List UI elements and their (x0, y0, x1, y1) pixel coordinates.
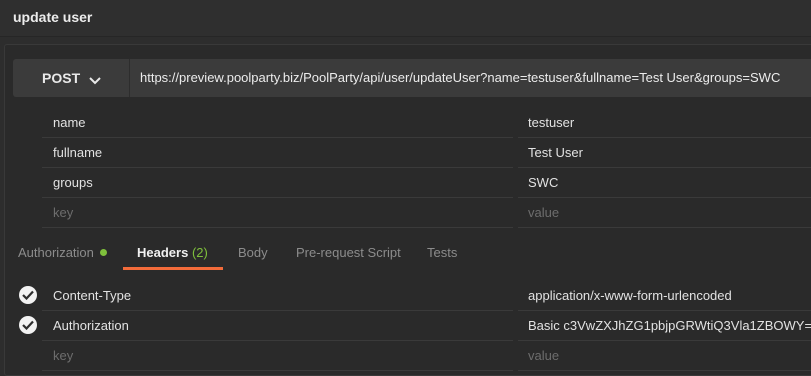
header-key[interactable]: Authorization (42, 311, 513, 341)
tab-pre-request-script[interactable]: Pre-request Script (296, 245, 401, 260)
url-bar: POST https://preview.poolparty.biz/PoolP… (13, 59, 811, 97)
method-label: POST (42, 70, 81, 86)
tab-authorization[interactable]: Authorization (18, 245, 107, 260)
param-row: groups SWC (42, 168, 811, 198)
param-key-placeholder[interactable]: key (42, 198, 513, 228)
active-tab-indicator (123, 267, 223, 270)
header-key[interactable]: Content-Type (42, 281, 513, 311)
method-dropdown[interactable]: POST (13, 59, 130, 97)
request-title[interactable]: update user (13, 9, 92, 25)
header-value-placeholder[interactable]: value (518, 341, 811, 371)
tab-body[interactable]: Body (238, 245, 268, 260)
checkmark-icon[interactable] (19, 286, 37, 304)
chevron-down-icon (89, 72, 101, 90)
header-value[interactable]: application/x-www-form-urlencoded (518, 281, 811, 311)
header-row: Authorization Basic c3VwZXJhZG1pbjpGRWti… (0, 311, 811, 341)
tab-tests[interactable]: Tests (427, 245, 457, 260)
header-value[interactable]: Basic c3VwZXJhZG1pbjpGRWtiQ3Vla1ZBOWY= (518, 311, 811, 341)
header-row: Content-Type application/x-www-form-urle… (0, 281, 811, 311)
headers-count-badge: (2) (191, 245, 208, 260)
param-key[interactable]: fullname (42, 138, 513, 168)
checkmark-icon[interactable] (19, 316, 37, 334)
request-tabs: Authorization Headers (2) Body Pre-reque… (0, 240, 811, 270)
param-value[interactable]: SWC (518, 168, 811, 198)
tab-headers[interactable]: Headers (2) (137, 245, 208, 260)
request-title-bar: update user (0, 0, 811, 37)
param-row: name testuser (42, 108, 811, 138)
url-input[interactable]: https://preview.poolparty.biz/PoolParty/… (140, 70, 780, 85)
header-key-placeholder[interactable]: key (42, 341, 513, 371)
param-key[interactable]: name (42, 108, 513, 138)
param-value-placeholder[interactable]: value (518, 198, 811, 228)
status-dot-icon (99, 249, 107, 256)
param-value[interactable]: testuser (518, 108, 811, 138)
param-row-new: key value (42, 198, 811, 228)
tab-headers-label: Headers (137, 245, 189, 260)
tab-authorization-label: Authorization (18, 245, 94, 260)
header-row-new: key value (0, 341, 811, 371)
param-key[interactable]: groups (42, 168, 513, 198)
param-value[interactable]: Test User (518, 138, 811, 168)
param-row: fullname Test User (42, 138, 811, 168)
